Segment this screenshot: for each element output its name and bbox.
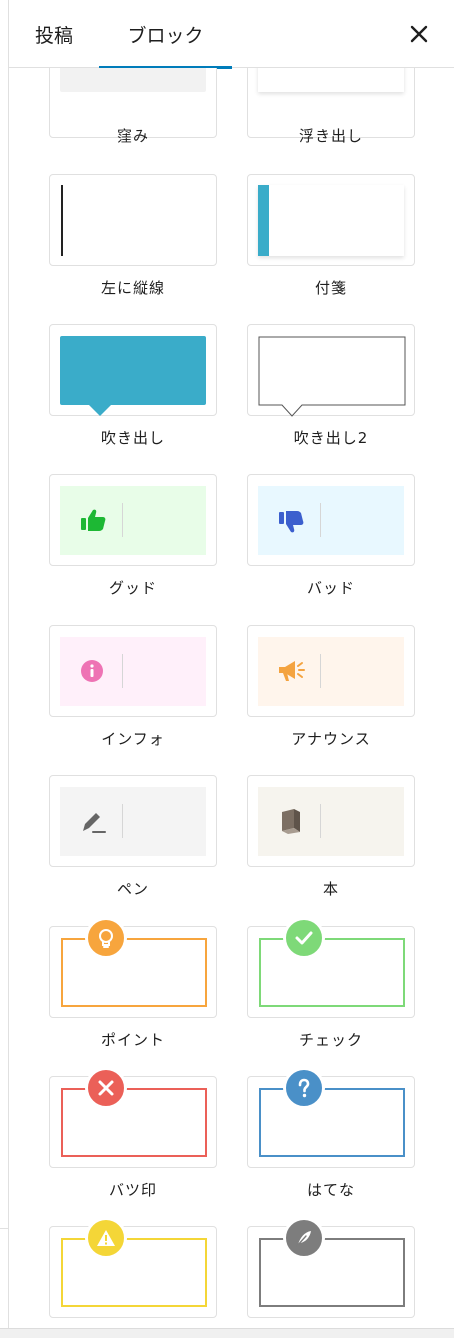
warning-icon [85,1217,127,1259]
lightbulb-icon [85,917,127,959]
style-label: バッド [306,579,355,597]
style-preview[interactable] [49,174,217,266]
close-icon [410,25,428,43]
cross-icon [85,1067,127,1109]
style-preview[interactable] [247,324,415,417]
style-preview[interactable] [49,625,217,717]
style-preview[interactable] [49,775,217,867]
style-label: ポイント [100,1031,165,1049]
megaphone-icon [279,661,305,681]
style-label: 左に縦線 [100,279,165,297]
style-preview[interactable] [49,917,217,1018]
style-label: 窪み [116,127,149,145]
style-preview[interactable] [49,1067,217,1168]
sidebar-header: 投稿 ブロック [9,0,454,69]
style-preview[interactable] [49,474,217,566]
style-label: アナウンス [291,730,371,748]
block-styles-panel: 窪み 浮き出し 左に縦線 付箋 吹き出し 吹き出し2 グッド バッド インフォ … [9,68,454,1328]
style-preview[interactable] [247,917,415,1018]
style-preview[interactable] [247,775,415,867]
style-label: 付箋 [314,279,347,297]
thumbs-up-icon [81,509,106,531]
style-label: チェック [298,1031,363,1049]
info-icon [81,660,103,682]
pen-icon [83,813,106,833]
thumbs-down-icon [279,511,304,533]
question-icon [283,1067,325,1109]
style-preview[interactable] [247,174,415,266]
editor-left-edge [0,0,9,1338]
style-label: グッド [108,579,157,597]
style-label: 吹き出し2 [293,429,369,447]
style-preview[interactable] [247,474,415,566]
style-preview[interactable] [49,1217,217,1318]
feather-icon [283,1217,325,1259]
style-label: はてな [306,1181,355,1199]
style-label: インフォ [101,730,165,748]
style-preview[interactable] [49,324,217,416]
style-label: 浮き出し [298,127,363,145]
style-preview[interactable] [247,625,415,717]
tab-block[interactable]: ブロック [99,0,232,69]
style-preview[interactable] [247,1217,415,1318]
style-label: バツ印 [108,1181,157,1199]
style-label: ペン [116,880,149,898]
checkmark-icon [283,917,325,959]
scroll-bottom-edge [0,1328,454,1338]
tab-post[interactable]: 投稿 [9,0,99,68]
style-label: 吹き出し [100,429,165,447]
style-label: 本 [322,880,339,898]
style-preview[interactable] [247,1067,415,1168]
book-icon [282,809,300,834]
close-button[interactable] [399,14,439,54]
